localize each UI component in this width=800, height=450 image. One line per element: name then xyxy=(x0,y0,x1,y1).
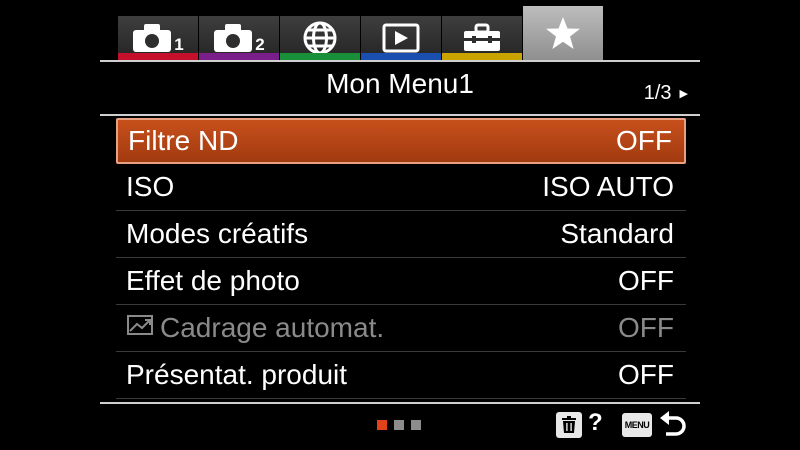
toolbox-icon xyxy=(464,23,500,51)
page-dot xyxy=(411,420,421,430)
menu-item-label: Cadrage automat. xyxy=(160,312,385,343)
tab-shooting-1[interactable]: 1 xyxy=(118,16,198,60)
tab-number: 1 xyxy=(174,35,184,54)
menu-item-label: Filtre ND xyxy=(128,125,239,156)
menu-item-label: ISO xyxy=(126,171,175,202)
tab-color-bar xyxy=(442,53,522,60)
title-divider xyxy=(100,114,700,116)
menu-item-value: Standard xyxy=(560,218,674,249)
tab-network[interactable] xyxy=(280,16,360,60)
menu-item-label: Modes créatifs xyxy=(126,218,309,249)
tab-color-bar xyxy=(280,53,360,60)
page-number: 1/3 xyxy=(643,82,672,104)
menu-list: Filtre ND OFF ISO ISO AUTO Modes créatif… xyxy=(116,118,686,399)
page-title: Mon Menu1 xyxy=(326,68,474,99)
camera-icon xyxy=(133,24,172,52)
star-icon xyxy=(546,17,580,49)
menu-button[interactable]: MENU xyxy=(622,413,652,437)
menu-item-value: OFF xyxy=(618,359,674,390)
tab-setup[interactable] xyxy=(442,16,522,60)
tab-color-bar xyxy=(361,53,441,60)
globe-icon xyxy=(303,21,337,55)
tab-bar: 1 2 xyxy=(118,6,604,60)
header-divider xyxy=(100,60,700,62)
menu-item-product-showcase[interactable]: Présentat. produit OFF xyxy=(116,352,686,399)
back-arrow-icon[interactable] xyxy=(658,410,688,440)
page-indicator[interactable]: 1/3 ▶ xyxy=(644,82,688,105)
footer: ? MENU xyxy=(100,404,700,444)
menu-item-value: OFF xyxy=(616,125,672,156)
trash-icon xyxy=(562,416,576,433)
page-dot-active xyxy=(377,420,387,430)
menu-item-creative-style[interactable]: Modes créatifs Standard xyxy=(116,211,686,258)
tab-color-bar xyxy=(199,53,279,60)
menu-item-value: OFF xyxy=(618,265,674,296)
menu-item-picture-effect[interactable]: Effet de photo OFF xyxy=(116,258,686,305)
tab-number: 2 xyxy=(255,35,265,54)
tab-my-menu[interactable] xyxy=(523,6,603,60)
delete-button[interactable] xyxy=(556,412,582,438)
menu-item-auto-framing[interactable]: Cadrage automat. OFF xyxy=(116,305,686,352)
auto-framing-icon xyxy=(126,312,156,345)
tab-playback[interactable] xyxy=(361,16,441,60)
menu-item-label: Présentat. produit xyxy=(126,359,348,390)
tab-shooting-2[interactable]: 2 xyxy=(199,16,279,60)
camera-icon xyxy=(214,24,253,52)
menu-item-nd-filter[interactable]: Filtre ND OFF xyxy=(116,118,686,164)
next-page-arrow-icon[interactable]: ▶ xyxy=(680,88,688,100)
menu-item-value: ISO AUTO xyxy=(542,171,674,202)
menu-item-label: Effet de photo xyxy=(126,265,300,296)
menu-item-iso[interactable]: ISO ISO AUTO xyxy=(116,164,686,211)
play-icon xyxy=(382,23,420,53)
menu-item-value: OFF xyxy=(618,312,674,343)
page-dot xyxy=(394,420,404,430)
help-button[interactable]: ? xyxy=(588,409,603,437)
tab-color-bar xyxy=(118,53,198,60)
